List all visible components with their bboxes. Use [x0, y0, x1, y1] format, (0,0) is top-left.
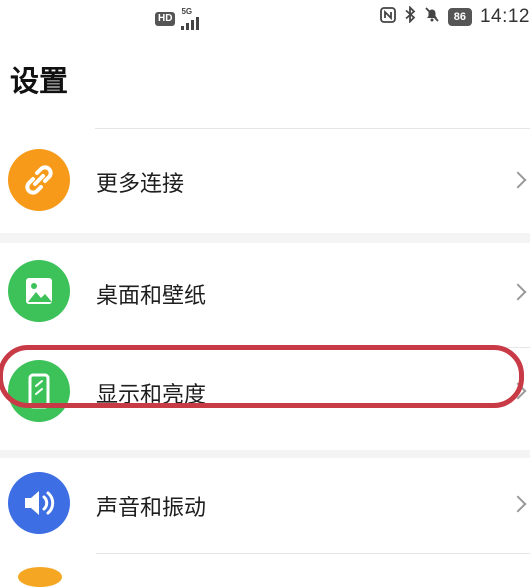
speaker-icon [8, 472, 70, 534]
status-bar-left: HD 5G [155, 7, 200, 30]
divider [96, 553, 530, 554]
signal-bars [181, 16, 200, 30]
phone-display-icon [8, 360, 70, 422]
link-icon [8, 149, 70, 211]
settings-item-label: 声音和振动 [96, 496, 207, 521]
chevron-right-icon [509, 171, 527, 189]
chevron-right-icon [509, 495, 527, 513]
status-bar: HD 5G 86 14:12 [0, 0, 530, 38]
network-type-label: 5G [181, 7, 193, 16]
wallpaper-icon [8, 260, 70, 322]
partial-item-icon [18, 567, 62, 587]
battery-icon: 86 [447, 8, 472, 26]
settings-item-label: 更多连接 [96, 172, 185, 197]
bluetooth-icon [404, 5, 416, 28]
status-time: 14:12 [479, 6, 530, 27]
settings-item-sound-vibration[interactable]: 声音和振动 [0, 458, 530, 562]
signal-5g-icon: 5G [181, 7, 200, 30]
page-title: 设置 [10, 64, 69, 98]
settings-item-more-connections[interactable]: 更多连接 [0, 129, 530, 233]
nfc-icon [379, 6, 396, 28]
group-separator [0, 233, 530, 243]
settings-item-label: 显示和亮度 [96, 383, 207, 408]
status-bar-right: 86 14:12 [379, 5, 530, 28]
settings-item-display-brightness[interactable]: 显示和亮度 [0, 348, 530, 444]
chevron-right-icon [509, 283, 527, 301]
hd-icon: HD [155, 12, 176, 26]
settings-item-desktop-wallpaper[interactable]: 桌面和壁纸 [0, 243, 530, 347]
mute-bell-icon [424, 6, 440, 28]
settings-item-label: 桌面和壁纸 [96, 284, 207, 309]
group-separator [0, 450, 530, 458]
chevron-right-icon [509, 382, 527, 400]
